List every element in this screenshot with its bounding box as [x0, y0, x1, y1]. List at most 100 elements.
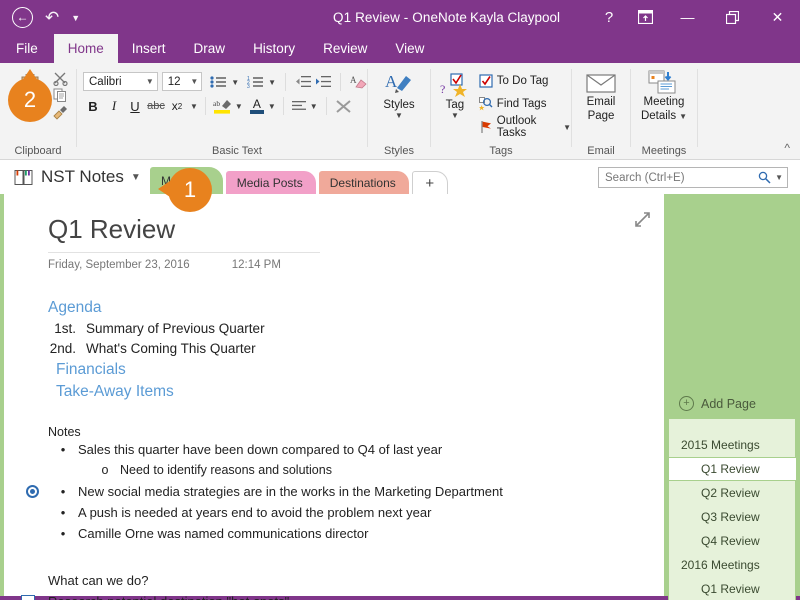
- align-left-icon[interactable]: [291, 100, 307, 113]
- delete-icon[interactable]: [335, 99, 352, 114]
- chevron-down-icon[interactable]: ▼: [186, 77, 198, 86]
- font-color-label: A: [252, 96, 261, 111]
- meeting-details-button[interactable]: Meeting Details ▼: [632, 63, 696, 122]
- page-list-item[interactable]: Q4 Review: [669, 529, 795, 553]
- outlook-flag-icon: [479, 120, 493, 134]
- chevron-down-icon[interactable]: ▼: [451, 112, 459, 120]
- decrease-indent-icon[interactable]: [295, 75, 312, 88]
- ribbon-tab-file[interactable]: File: [0, 34, 54, 63]
- agenda-block[interactable]: Agenda 1st. Summary of Previous Quarter …: [48, 297, 644, 403]
- notes-block[interactable]: Notes • Sales this quarter have been dow…: [26, 425, 644, 544]
- page-list-item[interactable]: Q3 Review: [669, 505, 795, 529]
- page-list-item[interactable]: Q2 Review: [669, 481, 795, 505]
- closing-block[interactable]: What can we do? Research potential desti…: [21, 570, 644, 600]
- font-name-input[interactable]: Calibri ▼: [83, 72, 158, 91]
- section-tab-destinations[interactable]: Destinations: [318, 171, 409, 194]
- note-text: Camille Orne was named communications di…: [78, 526, 369, 541]
- chevron-down-icon[interactable]: ▼: [268, 78, 276, 86]
- ribbon-tab-history[interactable]: History: [239, 34, 309, 63]
- divider: [285, 72, 287, 91]
- font-color-swatch: [249, 109, 264, 114]
- chevron-up-icon[interactable]: ^: [784, 141, 790, 155]
- ribbon-tab-review[interactable]: Review: [309, 34, 381, 63]
- ribbon-tab-home[interactable]: Home: [53, 34, 118, 63]
- add-section-button[interactable]: +: [411, 171, 448, 194]
- scissors-icon[interactable]: [52, 71, 68, 86]
- bullet-list-icon[interactable]: [210, 75, 227, 89]
- styles-icon: A: [384, 71, 414, 97]
- undo-icon[interactable]: ↶: [45, 9, 59, 26]
- page-canvas[interactable]: Q1 Review Friday, September 23, 2016 12:…: [4, 194, 664, 600]
- chevron-down-icon[interactable]: ▼: [231, 78, 239, 86]
- chevron-down-icon[interactable]: ▼: [235, 103, 243, 111]
- copy-icon[interactable]: [53, 88, 68, 103]
- format-painter-icon[interactable]: [52, 105, 68, 120]
- section-tab-media-posts[interactable]: Media Posts: [225, 171, 316, 194]
- increase-indent-icon[interactable]: [315, 75, 332, 88]
- callout-number: 2: [23, 87, 37, 112]
- strikethrough-button[interactable]: abc: [146, 96, 166, 116]
- agenda-heading: Agenda: [48, 299, 102, 316]
- chevron-down-icon[interactable]: ▼: [395, 112, 403, 120]
- ribbon-display-options-icon[interactable]: [625, 0, 665, 34]
- agenda-item: 2nd. What's Coming This Quarter: [48, 339, 644, 359]
- styles-button[interactable]: A Styles ▼: [373, 63, 425, 120]
- page-title[interactable]: Q1 Review: [48, 214, 644, 245]
- tag-button[interactable]: ? Tag ▼: [435, 69, 475, 120]
- chevron-down-icon[interactable]: ▼: [142, 77, 154, 86]
- subscript-button[interactable]: x2: [167, 96, 187, 116]
- italic-button[interactable]: I: [104, 96, 124, 116]
- agenda-item-text: Summary of Previous Quarter: [86, 321, 265, 336]
- page-list-item-selected[interactable]: Q1 Review: [668, 457, 797, 481]
- page-list-group[interactable]: 2015 Meetings: [669, 433, 795, 457]
- bold-button[interactable]: B: [83, 96, 103, 116]
- bullet-marker: •: [60, 484, 66, 499]
- underline-button[interactable]: U: [125, 96, 145, 116]
- tag-icon: ?: [440, 73, 470, 97]
- closing-question: What can we do?: [48, 573, 149, 588]
- page-list-group[interactable]: 2016 Meetings: [669, 553, 795, 577]
- ribbon-tab-insert[interactable]: Insert: [118, 34, 180, 63]
- find-tags-icon: [478, 97, 493, 111]
- chevron-down-icon[interactable]: ▼: [310, 103, 318, 111]
- page-list-item[interactable]: Q1 Review: [669, 577, 795, 600]
- todo-checkbox[interactable]: [21, 595, 35, 600]
- outlook-tasks-button[interactable]: Outlook Tasks ▼: [479, 115, 571, 139]
- search-icon[interactable]: [758, 171, 771, 184]
- ribbon-tab-view[interactable]: View: [381, 34, 438, 63]
- ribbon-tab-draw[interactable]: Draw: [180, 34, 240, 63]
- divider: [204, 97, 206, 115]
- restore-icon[interactable]: [710, 0, 755, 34]
- note-text: Sales this quarter have been down compar…: [78, 442, 443, 457]
- chevron-down-icon[interactable]: ▼: [71, 13, 80, 23]
- chevron-down-icon[interactable]: ▼: [131, 172, 141, 183]
- account-name[interactable]: Kayla Claypool: [470, 0, 560, 34]
- chevron-down-icon[interactable]: ▼: [771, 173, 783, 182]
- note-bullet: • Camille Orne was named communications …: [48, 523, 644, 544]
- search-input[interactable]: Search (Ctrl+E) ▼: [598, 167, 788, 188]
- minimize-button[interactable]: —: [665, 0, 710, 34]
- notebook-selector[interactable]: NST Notes ▼: [14, 160, 141, 194]
- help-button[interactable]: ?: [593, 0, 625, 34]
- agenda-item: 1st. Summary of Previous Quarter: [48, 319, 644, 339]
- chevron-down-icon[interactable]: ▼: [190, 103, 198, 111]
- chevron-down-icon[interactable]: ▼: [563, 124, 571, 132]
- numbered-list-icon[interactable]: 1 2 3: [247, 75, 264, 89]
- text-highlight-icon[interactable]: ab: [213, 98, 232, 115]
- clear-formatting-icon[interactable]: A: [350, 74, 367, 89]
- email-page-button[interactable]: Email Page: [573, 63, 629, 122]
- font-size-input[interactable]: 12 ▼: [161, 72, 203, 91]
- email-page-label-2: Page: [587, 110, 615, 122]
- font-color-button[interactable]: A: [249, 96, 264, 114]
- tag-marker-icon[interactable]: [26, 485, 39, 498]
- close-button[interactable]: ✕: [755, 0, 800, 34]
- chevron-down-icon[interactable]: ▼: [679, 113, 687, 121]
- note-text: Need to identify reasons and solutions: [120, 463, 332, 477]
- add-page-button[interactable]: + Add Page: [669, 388, 795, 419]
- back-arrow-icon[interactable]: ←: [12, 6, 33, 28]
- font-size-value: 12: [167, 75, 181, 88]
- outlook-tasks-label: Outlook Tasks: [496, 115, 537, 139]
- find-tags-button[interactable]: Find Tags: [478, 94, 571, 114]
- to-do-tag-button[interactable]: To Do Tag: [479, 71, 571, 91]
- chevron-down-icon[interactable]: ▼: [268, 103, 276, 111]
